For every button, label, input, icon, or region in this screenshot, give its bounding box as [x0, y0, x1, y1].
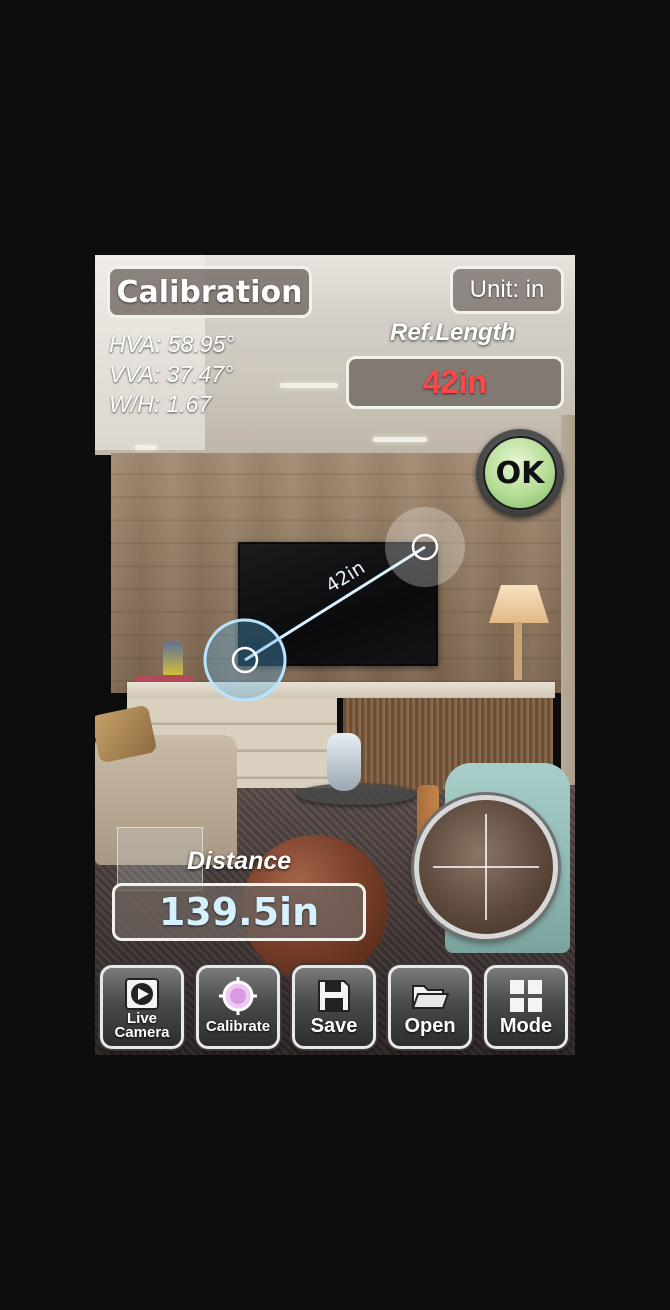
- mode-button[interactable]: Mode: [484, 965, 568, 1049]
- mode-title: Calibration: [107, 266, 312, 318]
- aspect-readout: W/H: 1.67: [109, 391, 212, 417]
- ok-button[interactable]: OK: [476, 429, 564, 517]
- save-label: Save: [310, 1015, 358, 1037]
- open-button[interactable]: Open: [388, 965, 472, 1049]
- unit-button[interactable]: Unit: in: [450, 266, 564, 314]
- ref-length-label: Ref.Length: [390, 319, 516, 346]
- live-camera-label-line2: Camera: [114, 1024, 170, 1041]
- magnifier-loupe: [414, 795, 558, 939]
- save-button[interactable]: Save: [292, 965, 376, 1049]
- crosshair-icon: [433, 814, 539, 920]
- camera-info: HVA: 58.95° VVA: 37.47° W/H: 1.67: [109, 329, 235, 419]
- calibrate-label: Calibrate: [205, 1018, 271, 1035]
- bottom-toolbar: Live Camera Calibrate Save Open Mode: [95, 961, 575, 1055]
- distance-label: Distance: [187, 847, 292, 875]
- live-camera-button[interactable]: Live Camera: [100, 965, 184, 1049]
- mode-label: Mode: [499, 1015, 553, 1037]
- floppy-disk-icon: [316, 978, 352, 1014]
- play-icon: [124, 976, 160, 1012]
- ok-button-face: OK: [483, 436, 557, 510]
- distance-value: 139.5in: [158, 890, 320, 934]
- ref-length-value: 42in: [422, 364, 488, 400]
- vva-readout: VVA: 37.47°: [109, 361, 234, 387]
- folder-icon: [410, 978, 450, 1014]
- measure-line-label: 42in: [322, 557, 369, 598]
- open-label: Open: [404, 1015, 456, 1037]
- distance-display: 139.5in: [112, 883, 366, 941]
- target-icon: [218, 977, 258, 1015]
- end-handle[interactable]: [385, 507, 465, 587]
- start-handle[interactable]: [203, 618, 287, 702]
- ref-length-field[interactable]: 42in: [346, 356, 564, 409]
- calibrate-button[interactable]: Calibrate: [196, 965, 280, 1049]
- app-screen: 42in Calibration Unit: in HVA: 58.95° VV…: [95, 255, 575, 1055]
- grid-icon: [508, 978, 544, 1014]
- hva-readout: HVA: 58.95°: [109, 331, 235, 357]
